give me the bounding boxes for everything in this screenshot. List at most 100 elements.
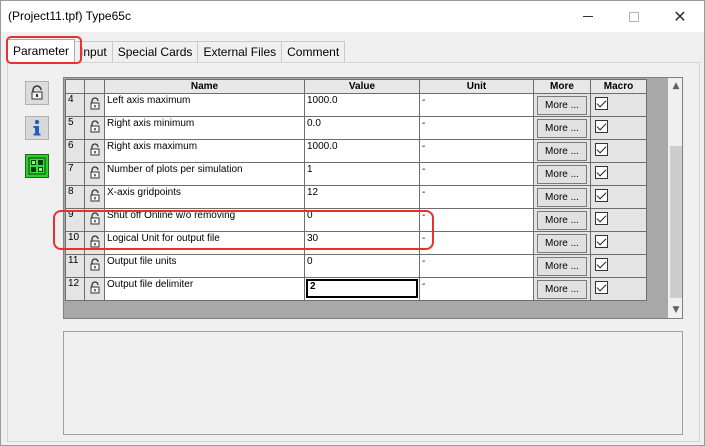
name-cell: Shut off Online w/o removing [104, 208, 305, 232]
macro-checkbox[interactable] [595, 166, 608, 179]
tab-parameter[interactable]: Parameter [7, 39, 76, 62]
row-lock-button[interactable] [84, 139, 105, 163]
macro-cell [590, 93, 647, 117]
table-row[interactable]: 12 Output file delimiter 2- More ... [65, 277, 647, 301]
macro-checkbox[interactable] [595, 258, 608, 271]
more-button[interactable]: More ... [537, 279, 587, 299]
value-cell[interactable]: 1 [304, 162, 420, 186]
lock-toggle-button[interactable] [25, 81, 49, 105]
name-cell: Right axis minimum [104, 116, 305, 140]
row-lock-button[interactable] [84, 116, 105, 140]
tab-special-cards[interactable]: Special Cards [111, 41, 199, 62]
macro-cell [590, 162, 647, 186]
header-value: Value [304, 79, 420, 94]
more-button[interactable]: More ... [537, 256, 587, 276]
tab-external-files[interactable]: External Files [197, 41, 283, 62]
row-number: 11 [65, 254, 85, 278]
name-cell: Output file delimiter [104, 277, 305, 301]
value-cell[interactable]: 0 [304, 254, 420, 278]
value-cell[interactable]: 1000.0 [304, 139, 420, 163]
row-lock-button[interactable] [84, 185, 105, 209]
more-cell: More ... [533, 208, 591, 232]
macro-cell [590, 208, 647, 232]
table-row[interactable]: 10 Logical Unit for output file 30- More ..… [65, 231, 647, 255]
scroll-down-icon[interactable]: ▼ [668, 302, 682, 318]
more-button[interactable]: More ... [537, 233, 587, 253]
lock-icon [90, 235, 99, 248]
unit-cell[interactable]: - [419, 162, 534, 186]
unit-cell[interactable]: - [419, 231, 534, 255]
close-button[interactable]: ✕ [657, 1, 703, 32]
header-num [65, 79, 85, 94]
row-lock-button[interactable] [84, 162, 105, 186]
more-cell: More ... [533, 93, 591, 117]
header-lock [84, 79, 105, 94]
table-row[interactable]: 9 Shut off Online w/o removing 0- More ... [65, 208, 647, 232]
more-button[interactable]: More ... [537, 187, 587, 207]
table-row[interactable]: 8 X-axis gridpoints 12- More ... [65, 185, 647, 209]
macro-cell [590, 231, 647, 255]
value-cell[interactable]: 1000.0 [304, 93, 420, 117]
macro-checkbox[interactable] [595, 189, 608, 202]
more-cell: More ... [533, 139, 591, 163]
lock-icon [90, 143, 99, 156]
unit-cell[interactable]: - [419, 254, 534, 278]
more-button[interactable]: More ... [537, 141, 587, 161]
info-button[interactable] [25, 116, 49, 140]
parameter-grid: Name Value Unit More Macro 4 Left axis ma… [63, 77, 683, 319]
macro-checkbox[interactable] [595, 212, 608, 225]
minimize-icon [583, 16, 593, 17]
unit-cell[interactable]: - [419, 277, 534, 301]
macro-checkbox[interactable] [595, 97, 608, 110]
grid-view-button[interactable] [25, 154, 49, 178]
row-number: 9 [65, 208, 85, 232]
row-lock-button[interactable] [84, 231, 105, 255]
value-edit-field[interactable]: 2 [306, 279, 418, 298]
unit-cell[interactable]: - [419, 93, 534, 117]
row-lock-button[interactable] [84, 254, 105, 278]
table-row[interactable]: 4 Left axis maximum 1000.0- More ... [65, 93, 647, 117]
unit-cell[interactable]: - [419, 185, 534, 209]
title-bar: (Project11.tpf) Type65c ✕ [1, 1, 704, 32]
macro-checkbox[interactable] [595, 120, 608, 133]
macro-checkbox[interactable] [595, 281, 608, 294]
value-cell[interactable]: 0.0 [304, 116, 420, 140]
unit-cell[interactable]: - [419, 116, 534, 140]
value-cell[interactable]: 12 [304, 185, 420, 209]
table-row[interactable]: 7 Number of plots per simulation 1- More ..… [65, 162, 647, 186]
lock-icon [90, 97, 99, 110]
minimize-button[interactable] [565, 1, 611, 32]
tab-comment[interactable]: Comment [281, 41, 346, 62]
macro-checkbox[interactable] [595, 143, 608, 156]
scroll-thumb[interactable] [670, 146, 682, 298]
more-button[interactable]: More ... [537, 118, 587, 138]
row-number: 5 [65, 116, 85, 140]
row-lock-button[interactable] [84, 208, 105, 232]
lock-icon [90, 281, 99, 294]
description-box [63, 331, 683, 435]
macro-cell [590, 185, 647, 209]
tab-bar: Parameter Input Special Cards External F… [7, 39, 346, 62]
value-cell[interactable]: 2 [304, 277, 420, 301]
scroll-up-icon[interactable]: ▲ [668, 78, 682, 94]
unit-cell[interactable]: - [419, 139, 534, 163]
table-row[interactable]: 6 Right axis maximum 1000.0- More ... [65, 139, 647, 163]
unit-cell[interactable]: - [419, 208, 534, 232]
more-cell: More ... [533, 162, 591, 186]
value-cell[interactable]: 30 [304, 231, 420, 255]
header-more: More [533, 79, 591, 94]
table-row[interactable]: 11 Output file units 0- More ... [65, 254, 647, 278]
more-button[interactable]: More ... [537, 210, 587, 230]
lock-icon [31, 85, 43, 100]
value-cell[interactable]: 0 [304, 208, 420, 232]
row-lock-button[interactable] [84, 277, 105, 301]
tab-input[interactable]: Input [74, 41, 113, 62]
lock-icon [90, 166, 99, 179]
table-row[interactable]: 5 Right axis minimum 0.0- More ... [65, 116, 647, 140]
macro-checkbox[interactable] [595, 235, 608, 248]
maximize-button[interactable] [611, 1, 657, 32]
vertical-scrollbar[interactable]: ▲ ▼ [668, 78, 682, 318]
more-button[interactable]: More ... [537, 164, 587, 184]
more-button[interactable]: More ... [537, 95, 587, 115]
row-lock-button[interactable] [84, 93, 105, 117]
